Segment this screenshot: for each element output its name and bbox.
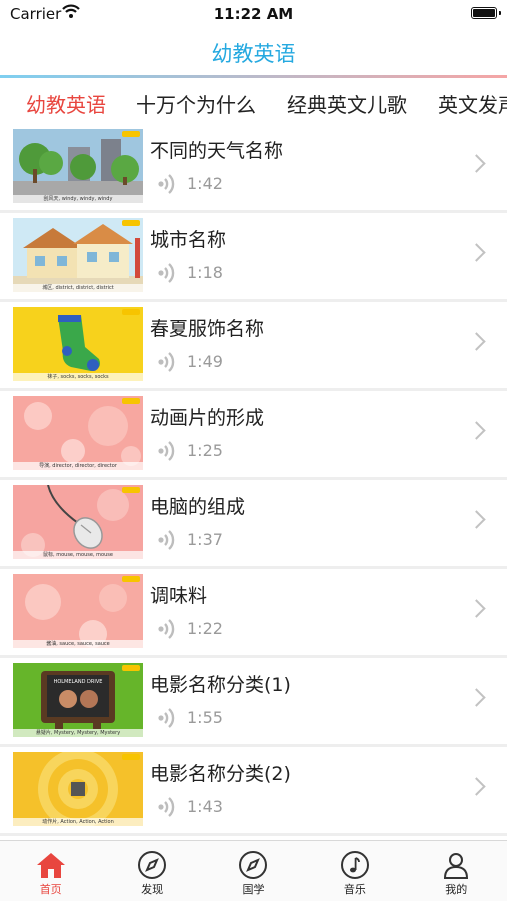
tabbar-label: 我的 — [445, 883, 468, 896]
tab-hundred-thousand-whys[interactable]: 十万个为什么 — [136, 89, 256, 118]
chevron-right-icon — [467, 243, 486, 262]
list-item[interactable]: 刮风天, windy, windy, windy 不同的天气名称 1:42 — [0, 124, 507, 213]
thumbnail-sunburst: 动作片, Action, Action, Action — [13, 752, 143, 826]
thumbnail-socks: 袜子, socks, socks, socks — [13, 307, 143, 381]
list-item[interactable]: 导演, director, director, director 动画片的形成 … — [0, 391, 507, 480]
item-duration: 1:25 — [187, 441, 223, 460]
list-item[interactable]: 动作片, Action, Action, Action 电影名称分类(2) 1:… — [0, 747, 507, 836]
thumbnail-mouse: 鼠标, mouse, mouse, mouse — [13, 485, 143, 559]
thumbnail-caption: 酱油, sauce, sauce, sauce — [13, 640, 143, 648]
item-title: 春夏服饰名称 — [150, 318, 265, 340]
item-duration: 1:55 — [187, 708, 223, 727]
item-duration: 1:49 — [187, 352, 223, 371]
item-title: 动画片的形成 — [150, 407, 265, 429]
thumbnail-weather: 刮风天, windy, windy, windy — [13, 129, 143, 203]
item-duration: 1:37 — [187, 530, 223, 549]
chevron-right-icon — [467, 154, 486, 173]
compass-icon — [239, 851, 268, 879]
thumbnail-caption: 悬疑片, Mystery, Mystery, Mystery — [13, 729, 143, 737]
item-title: 不同的天气名称 — [150, 140, 284, 162]
thumbnail-caption: 鼠标, mouse, mouse, mouse — [13, 551, 143, 559]
tv-poster-text: HOLMELAND DRIVE — [54, 679, 103, 685]
chevron-right-icon — [467, 688, 486, 707]
chevron-right-icon — [467, 599, 486, 618]
list-item[interactable]: 城区, district, district, district 城市名称 1:… — [0, 213, 507, 302]
tabbar-guoxue[interactable]: 国学 — [203, 841, 304, 901]
tab-classic-english-songs[interactable]: 经典英文儿歌 — [287, 89, 407, 118]
tabbar-music[interactable]: 音乐 — [304, 841, 405, 901]
speaker-icon — [158, 352, 175, 372]
thumbnail-tv: HOLMELAND DRIVE 悬疑片, Mystery, Mystery, M… — [13, 663, 143, 737]
list-item[interactable]: HOLMELAND DRIVE 悬疑片, Mystery, Mystery, M… — [0, 658, 507, 747]
item-duration: 1:43 — [187, 797, 223, 816]
thumbnail-caption: 导演, director, director, director — [13, 462, 143, 470]
item-title: 电脑的组成 — [150, 496, 246, 518]
compass-icon — [138, 851, 167, 879]
chevron-right-icon — [467, 421, 486, 440]
speaker-icon — [158, 619, 175, 639]
speaker-icon — [158, 263, 175, 283]
thumbnail-city: 城区, district, district, district — [13, 218, 143, 292]
item-duration: 1:22 — [187, 619, 223, 638]
tabbar-label: 发现 — [141, 883, 164, 896]
thumbnail-caption: 城区, district, district, district — [13, 284, 143, 292]
tabbar-label: 音乐 — [343, 883, 366, 896]
tabbar-home[interactable]: 首页 — [0, 841, 101, 901]
item-title: 电影名称分类(2) — [150, 763, 291, 785]
item-duration: 1:42 — [187, 174, 223, 193]
thumbnail-pink-bokeh: 导演, director, director, director — [13, 396, 143, 470]
thumbnail-caption: 刮风天, windy, windy, windy — [13, 195, 143, 203]
clock: 11:22 AM — [213, 5, 294, 23]
person-icon — [444, 853, 469, 879]
thumbnail-caption: 动作片, Action, Action, Action — [13, 818, 143, 826]
tabbar-label: 首页 — [39, 883, 62, 896]
thumbnail-pink-bokeh: 酱油, sauce, sauce, sauce — [13, 574, 143, 648]
speaker-icon — [158, 441, 175, 461]
page-title: 幼教英语 — [211, 42, 296, 66]
music-note-icon — [340, 851, 369, 879]
chevron-right-icon — [467, 332, 486, 351]
home-icon — [36, 853, 65, 878]
battery-icon — [471, 7, 501, 19]
list-item[interactable]: 鼠标, mouse, mouse, mouse 电脑的组成 1:37 — [0, 480, 507, 569]
chevron-right-icon — [467, 510, 486, 529]
item-duration: 1:18 — [187, 263, 223, 282]
item-title: 城市名称 — [150, 229, 227, 251]
tabbar-label: 国学 — [242, 883, 265, 896]
speaker-icon — [158, 708, 175, 728]
item-title: 电影名称分类(1) — [150, 674, 291, 696]
speaker-icon — [158, 174, 175, 194]
thumbnail-caption: 袜子, socks, socks, socks — [13, 373, 143, 381]
bottom-tab-bar: 首页 发现 国学 音乐 我的 — [0, 840, 507, 901]
category-tabs: 幼教英语 十万个为什么 经典英文儿歌 英文发声 — [0, 80, 507, 125]
tabbar-profile[interactable]: 我的 — [406, 841, 507, 901]
status-bar: Carrier 11:22 AM — [0, 0, 507, 28]
list-item[interactable]: 酱油, sauce, sauce, sauce 调味料 1:22 — [0, 569, 507, 658]
speaker-icon — [158, 797, 175, 817]
speaker-icon — [158, 530, 175, 550]
list-item[interactable]: 袜子, socks, socks, socks 春夏服饰名称 1:49 — [0, 302, 507, 391]
tabbar-discover[interactable]: 发现 — [101, 841, 202, 901]
item-title: 调味料 — [150, 585, 208, 607]
nav-divider — [0, 75, 507, 78]
chevron-right-icon — [467, 777, 486, 796]
tab-english-pronunciation[interactable]: 英文发声 — [438, 89, 507, 118]
tab-preschool-english[interactable]: 幼教英语 — [26, 89, 106, 118]
